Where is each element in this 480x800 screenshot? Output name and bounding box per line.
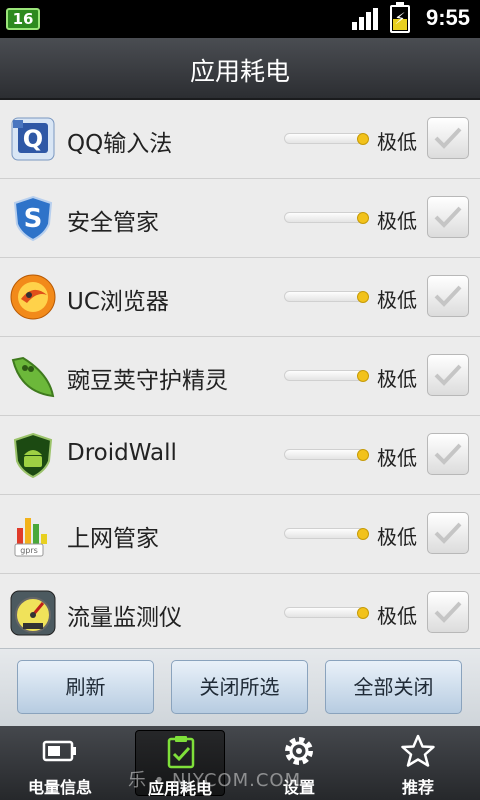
power-usage-slider xyxy=(284,528,369,540)
select-checkbox[interactable] xyxy=(427,275,469,317)
select-checkbox[interactable] xyxy=(427,512,469,554)
check-icon xyxy=(434,364,462,386)
power-usage-slider xyxy=(284,607,369,619)
close-selected-button[interactable]: 关闭所选 xyxy=(171,660,308,714)
battery-charging-icon: ⚡ xyxy=(390,2,410,33)
power-usage-slider xyxy=(284,370,369,382)
slider-knob xyxy=(357,607,369,619)
nav-tab-app-power[interactable]: 应用耗电 xyxy=(135,730,225,798)
check-icon xyxy=(434,601,462,623)
slider-knob xyxy=(357,449,369,461)
power-usage-slider xyxy=(284,449,369,461)
check-icon xyxy=(434,285,462,307)
power-level-label: 极低 xyxy=(377,525,417,549)
list-item[interactable]: 豌豆荚守护精灵 极低 xyxy=(0,337,480,416)
nav-tab-battery-info[interactable]: 电量信息 xyxy=(15,730,105,797)
star-icon xyxy=(401,734,435,767)
svg-text:gprs: gprs xyxy=(20,546,38,555)
check-icon xyxy=(434,127,462,149)
check-icon xyxy=(434,522,462,544)
bottom-nav: 电量信息 应用耗电 设置 推荐 xyxy=(0,726,480,800)
slider-knob xyxy=(357,212,369,224)
app-name: DroidWall xyxy=(67,440,177,466)
list-item[interactable]: DroidWall 极低 xyxy=(0,416,480,495)
gear-icon xyxy=(285,737,313,765)
pea-pod-icon xyxy=(9,352,57,400)
app-name: 豌豆荚守护精灵 xyxy=(67,368,228,394)
check-icon xyxy=(434,206,462,228)
page-title: 应用耗电 xyxy=(189,57,290,86)
android-shield-icon xyxy=(9,431,57,479)
svg-text:Q: Q xyxy=(23,125,43,153)
nav-label: 应用耗电 xyxy=(147,779,212,798)
list-item[interactable]: UC浏览器 极低 xyxy=(0,258,480,337)
power-level-label: 极低 xyxy=(377,209,417,233)
uc-browser-icon xyxy=(9,273,57,321)
list-item[interactable]: gprs 上网管家 极低 xyxy=(0,495,480,574)
slider-knob xyxy=(357,370,369,382)
nav-label: 电量信息 xyxy=(27,778,92,797)
refresh-button[interactable]: 刷新 xyxy=(17,660,154,714)
gprs-chart-icon: gprs xyxy=(9,510,57,558)
slider-knob xyxy=(357,133,369,145)
select-checkbox[interactable] xyxy=(427,196,469,238)
app-name: UC浏览器 xyxy=(67,289,169,315)
select-checkbox[interactable] xyxy=(427,354,469,396)
power-level-label: 极低 xyxy=(377,288,417,312)
svg-text:S: S xyxy=(24,204,43,234)
action-bar: 刷新 关闭所选 全部关闭 xyxy=(0,648,480,726)
app-name: 安全管家 xyxy=(67,210,159,236)
app-name: QQ输入法 xyxy=(67,131,173,157)
power-level-label: 极低 xyxy=(377,446,417,470)
power-usage-slider xyxy=(284,291,369,303)
app-name: 上网管家 xyxy=(67,526,159,552)
select-checkbox[interactable] xyxy=(427,117,469,159)
signal-icon xyxy=(352,8,378,30)
checklist-icon xyxy=(167,736,195,769)
power-level-label: 极低 xyxy=(377,604,417,628)
power-usage-slider xyxy=(284,133,369,145)
power-usage-slider xyxy=(284,212,369,224)
clock: 9:55 xyxy=(425,5,470,30)
nav-label: 设置 xyxy=(282,778,315,797)
power-level-label: 极低 xyxy=(377,367,417,391)
power-level-label: 极低 xyxy=(377,130,417,154)
list-item[interactable]: Q QQ输入法 极低 xyxy=(0,100,480,179)
select-checkbox[interactable] xyxy=(427,591,469,633)
list-item[interactable]: 流量监测仪 极低 xyxy=(0,574,480,648)
slider-knob xyxy=(357,528,369,540)
speedometer-icon xyxy=(9,589,57,637)
list-item[interactable]: S 安全管家 极低 xyxy=(0,179,480,258)
qq-input-icon: Q xyxy=(9,115,57,163)
app-list[interactable]: Q QQ输入法 极低 S 安全管家 极低 UC浏览器 极低 豌豆荚守护精灵 极低 xyxy=(0,100,480,648)
slider-knob xyxy=(357,291,369,303)
security-shield-icon: S xyxy=(9,194,57,242)
close-all-button[interactable]: 全部关闭 xyxy=(325,660,462,714)
status-bar: 16 ⚡ 9:55 xyxy=(0,0,480,38)
title-bar: 应用耗电 xyxy=(0,38,480,100)
check-icon xyxy=(434,443,462,465)
nav-label: 推荐 xyxy=(401,778,434,797)
nav-tab-recommend[interactable]: 推荐 xyxy=(373,730,463,797)
notification-badge[interactable]: 16 xyxy=(6,8,40,30)
battery-icon xyxy=(42,740,76,762)
select-checkbox[interactable] xyxy=(427,433,469,475)
app-name: 流量监测仪 xyxy=(67,605,182,631)
nav-tab-settings[interactable]: 设置 xyxy=(254,730,344,797)
